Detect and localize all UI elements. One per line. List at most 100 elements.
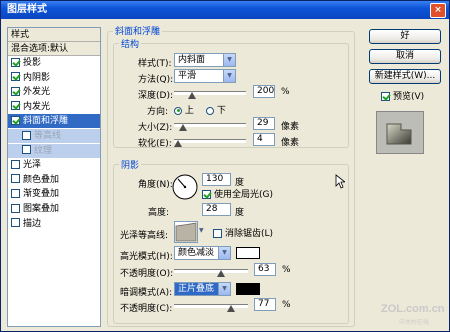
preview-option[interactable]: 预览(V)	[381, 89, 424, 102]
ok-button[interactable]: 好	[369, 29, 441, 44]
style-item-checkbox[interactable]	[11, 188, 20, 198]
style-item-checkbox[interactable]	[11, 159, 20, 169]
preview-checkbox[interactable]	[381, 91, 390, 101]
soften-slider[interactable]	[174, 139, 246, 143]
bevel-group-title: 斜面和浮雕	[113, 24, 163, 37]
soften-label: 软化(E):	[138, 139, 172, 149]
highlight-opacity-input[interactable]: 63	[254, 263, 276, 276]
style-item-checkbox[interactable]	[22, 145, 31, 155]
size-input[interactable]: 29	[253, 117, 275, 130]
style-item-label: 纹理	[34, 145, 53, 156]
soften-unit: 像素	[281, 138, 300, 148]
soften-slider-thumb[interactable]	[173, 140, 182, 147]
highlight-mode-value: 颜色减淡	[178, 248, 215, 258]
shadow-opacity-thumb[interactable]	[226, 305, 235, 312]
style-item-checkbox[interactable]	[11, 72, 20, 82]
style-list-item[interactable]: 纹理	[8, 143, 100, 158]
direction-up-label: 上	[184, 106, 194, 116]
style-list-item[interactable]: 等高线	[8, 129, 100, 143]
highlight-opacity-slider[interactable]	[174, 269, 248, 273]
shadow-mode-select[interactable]: 正片叠底 ▼	[174, 282, 231, 296]
style-item-label: 等高线	[34, 131, 62, 141]
style-list: 样式 混合选项:默认 投影内阴影外发光内发光 斜面和浮雕等高线纹理光泽 颜色叠加 渐变…	[7, 27, 101, 327]
highlight-opacity-thumb[interactable]	[216, 270, 225, 277]
style-item-label: 描边	[23, 218, 42, 229]
size-slider-thumb[interactable]	[178, 124, 187, 131]
style-item-checkbox[interactable]	[11, 115, 20, 125]
close-button[interactable]: ×	[430, 3, 446, 18]
shadow-mode-value: 正片叠底	[178, 284, 215, 294]
global-light-checkbox[interactable]	[202, 189, 211, 199]
depth-unit: %	[281, 87, 290, 97]
style-item-checkbox[interactable]	[11, 86, 20, 96]
style-item-checkbox[interactable]	[11, 57, 20, 67]
angle-dial[interactable]	[171, 173, 199, 201]
style-list-item[interactable]: 渐变叠加	[8, 187, 100, 201]
direction-down-radio[interactable]	[206, 106, 214, 115]
anti-alias-checkbox[interactable]	[213, 228, 222, 238]
highlight-color-swatch[interactable]	[236, 247, 260, 259]
style-list-item[interactable]: 图案叠加	[8, 202, 100, 216]
layer-style-dialog: 图层样式 × 样式 混合选项:默认 投影 内阴影 外发光 内发光 斜面和浮雕 等高线 纹理光…	[0, 0, 450, 332]
altitude-unit: 度	[235, 208, 245, 218]
size-unit: 像素	[281, 122, 300, 132]
style-list-item[interactable]: 内阴影	[8, 71, 100, 85]
style-list-item[interactable]: 投影	[8, 56, 100, 70]
depth-slider[interactable]	[174, 91, 246, 95]
technique-label: 方法(Q):	[138, 75, 174, 85]
soften-input[interactable]: 4	[253, 133, 275, 146]
style-list-item[interactable]: 斜面和浮雕	[8, 114, 100, 129]
style-list-item[interactable]: 光泽	[8, 158, 100, 172]
global-light-option[interactable]: 使用全局光(G)	[202, 187, 273, 200]
style-select[interactable]: 内斜面 ▼	[174, 53, 236, 67]
watermark-subtext: 中关村在线	[399, 319, 430, 326]
style-item-checkbox[interactable]	[11, 101, 20, 111]
direction-down-option[interactable]: 下	[206, 103, 226, 116]
highlight-opacity-label: 不透明度(O):	[120, 269, 174, 279]
structure-title: 结构	[119, 37, 142, 50]
altitude-label: 高度:	[148, 208, 170, 218]
blend-options-item[interactable]: 混合选项:默认	[8, 42, 100, 56]
chevron-down-icon: ▼	[223, 70, 235, 82]
preview-label: 预览(V)	[393, 92, 425, 102]
depth-input[interactable]: 200	[253, 85, 275, 98]
style-list-item[interactable]: 内发光	[8, 100, 100, 114]
style-item-label: 外发光	[23, 87, 51, 98]
highlight-opacity-unit: %	[282, 265, 291, 275]
direction-up-option[interactable]: 上	[174, 103, 194, 116]
direction-up-radio[interactable]	[174, 106, 182, 115]
gloss-contour-picker[interactable]	[174, 221, 198, 243]
chevron-down-icon: ▼	[218, 247, 230, 259]
style-item-label: 内阴影	[23, 72, 51, 83]
style-item-checkbox[interactable]	[22, 130, 31, 140]
style-item-checkbox[interactable]	[11, 174, 20, 184]
altitude-input[interactable]: 28	[202, 203, 231, 216]
gloss-contour-label: 光泽等高线:	[120, 231, 169, 241]
style-item-checkbox[interactable]	[11, 218, 20, 228]
angle-input[interactable]: 130	[202, 173, 231, 186]
angle-label: 角度(N):	[138, 180, 173, 190]
chevron-down-icon[interactable]: ▼	[199, 227, 204, 234]
new-style-button[interactable]: 新建样式(W)...	[369, 69, 441, 84]
style-item-checkbox[interactable]	[11, 203, 20, 213]
style-preview-thumbnail	[376, 111, 424, 154]
shadow-opacity-input[interactable]: 77	[254, 298, 276, 311]
highlight-mode-label: 高光模式(H):	[120, 252, 173, 262]
style-list-item[interactable]: 描边	[8, 217, 100, 231]
depth-slider-thumb[interactable]	[188, 92, 196, 99]
technique-select[interactable]: 平滑 ▼	[174, 69, 236, 83]
cancel-button[interactable]: 取消	[369, 49, 441, 64]
highlight-mode-select[interactable]: 颜色减淡 ▼	[174, 246, 231, 260]
style-list-item[interactable]: 颜色叠加	[8, 173, 100, 187]
style-list-header: 样式	[8, 28, 100, 42]
shadow-opacity-slider[interactable]	[174, 304, 248, 308]
watermark-text: ZOL.com.cn	[381, 303, 445, 315]
shadow-opacity-unit: %	[282, 300, 291, 310]
title-bar: 图层样式 ×	[1, 1, 449, 19]
style-label: 样式(T):	[138, 59, 172, 69]
depth-label: 深度(D):	[138, 91, 173, 101]
shading-title: 阴影	[119, 158, 142, 171]
style-list-item[interactable]: 外发光	[8, 85, 100, 99]
shadow-color-swatch[interactable]	[236, 283, 260, 295]
anti-alias-option[interactable]: 消除锯齿(L)	[213, 226, 273, 239]
